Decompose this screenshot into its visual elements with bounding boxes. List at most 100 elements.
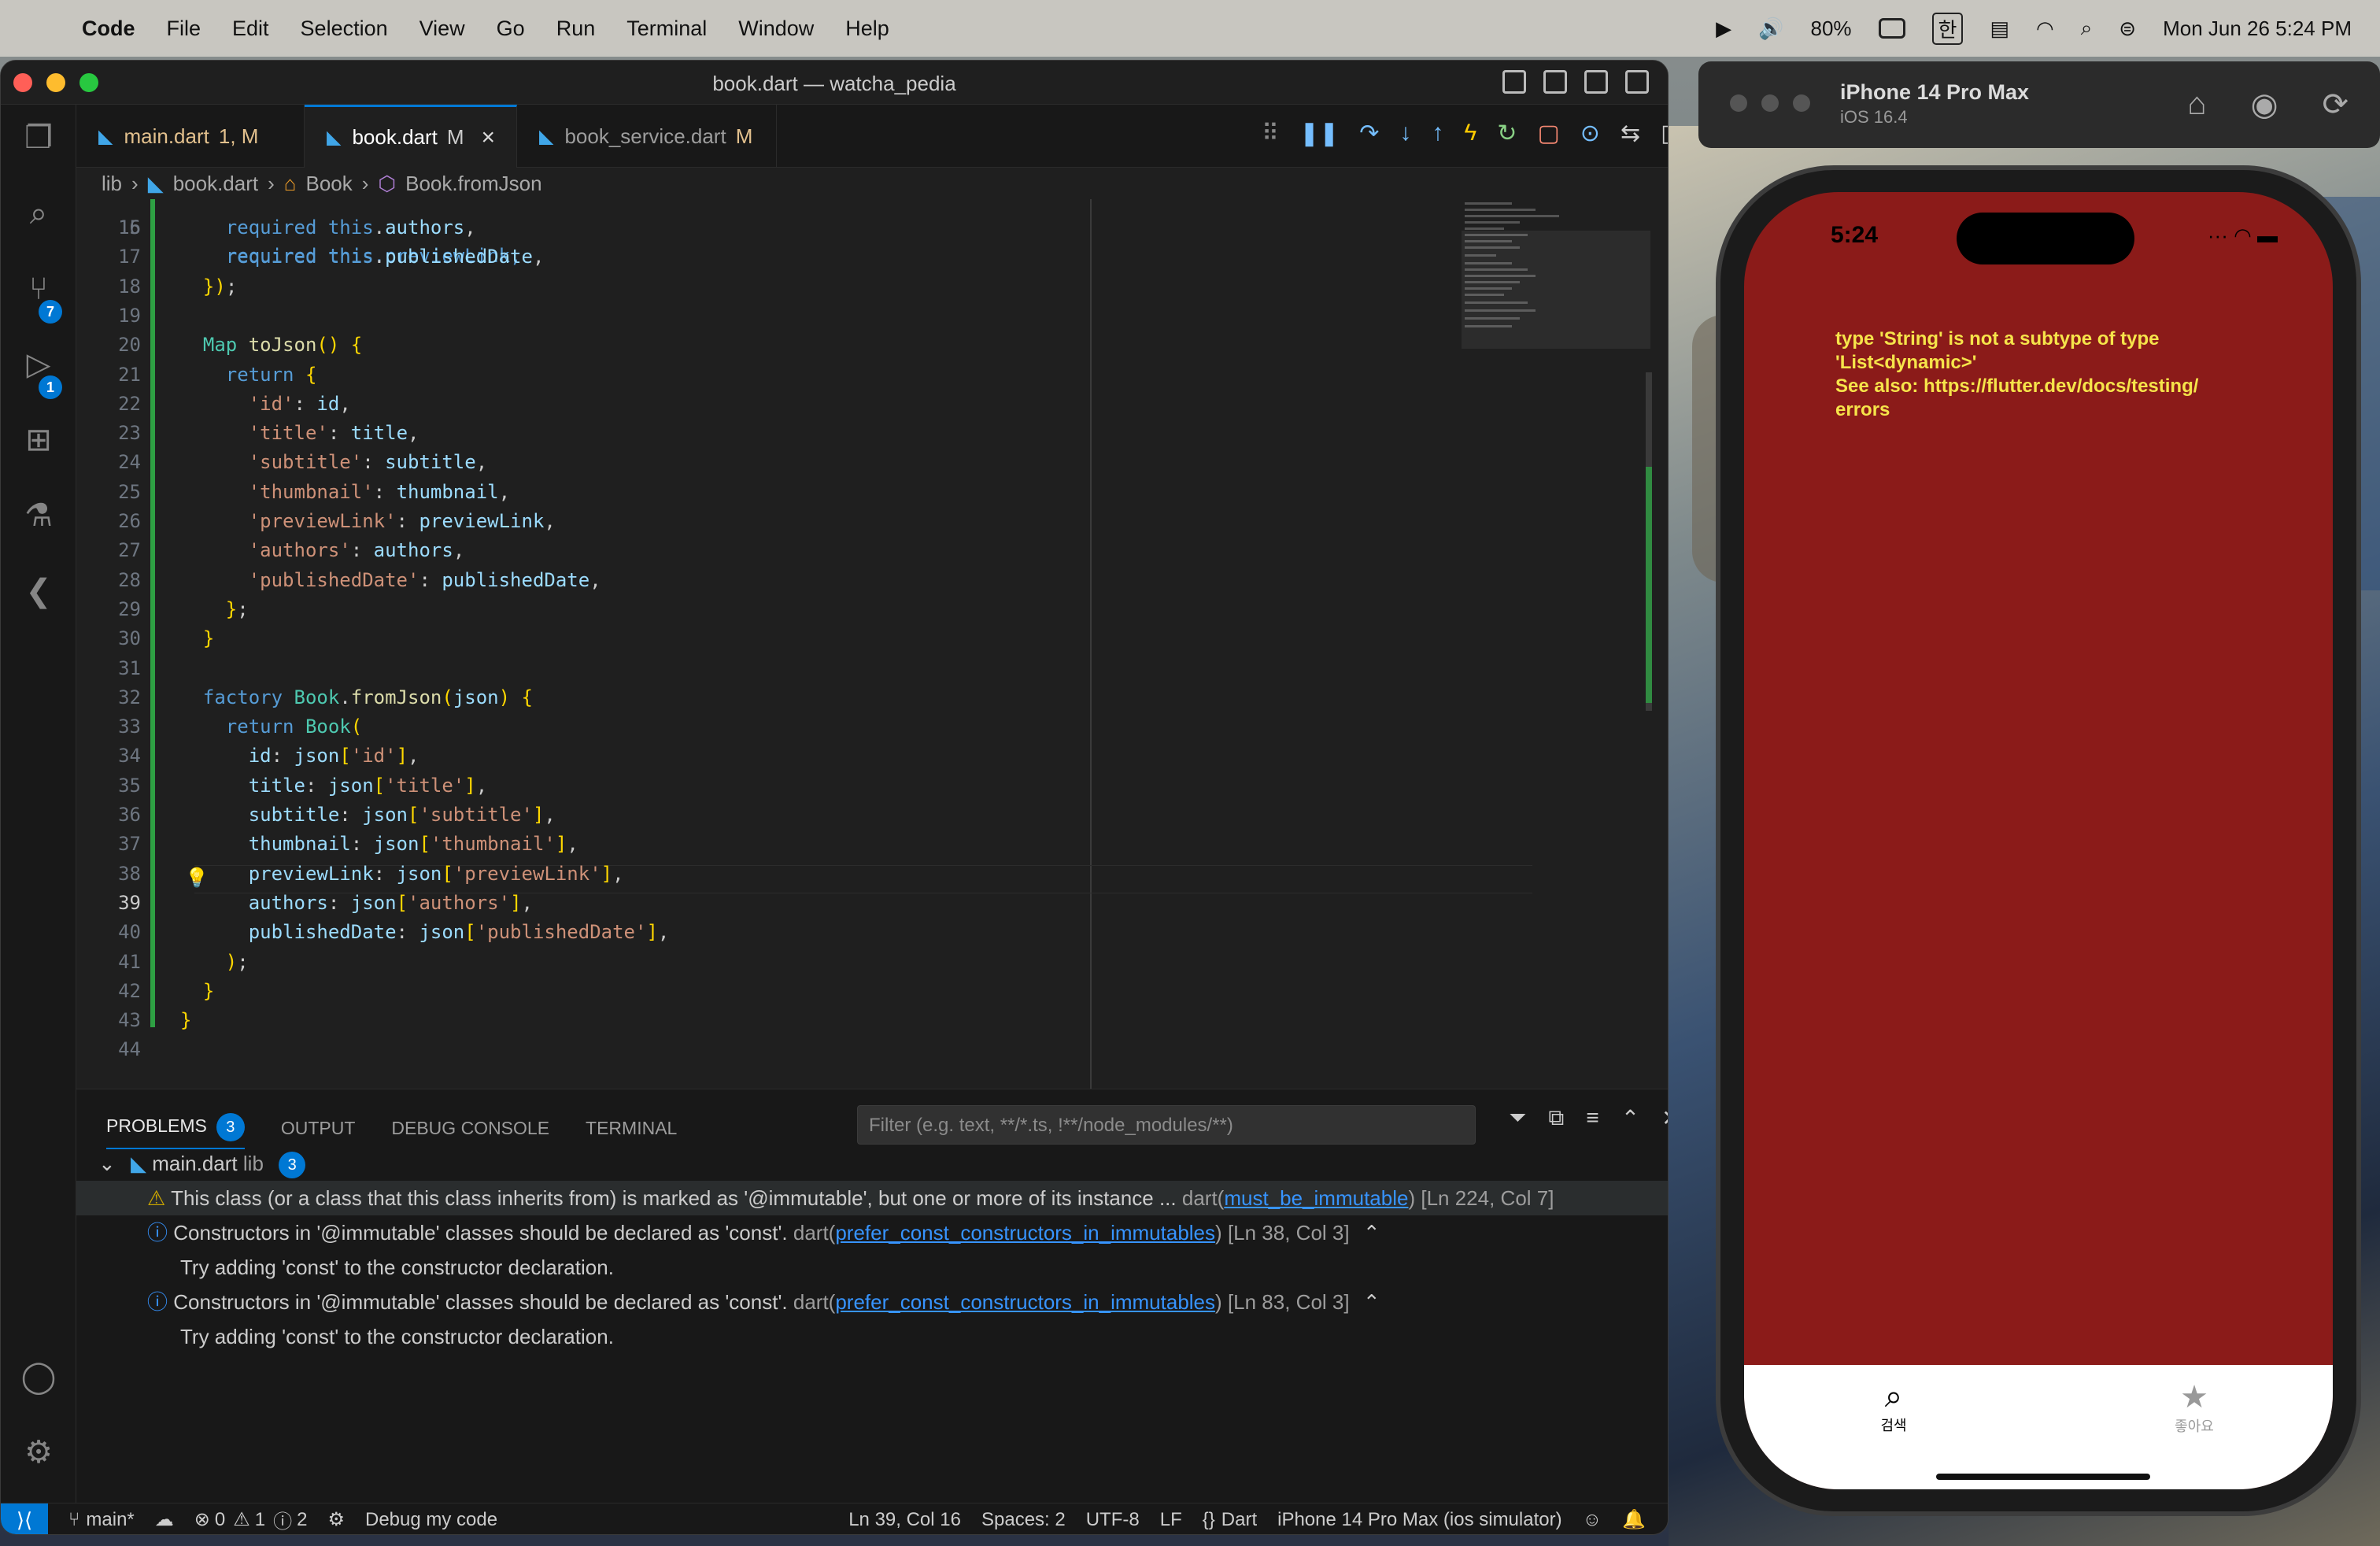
menu-file[interactable]: File <box>167 17 201 41</box>
close-panel-icon[interactable]: ✕ <box>1661 1105 1668 1131</box>
problem-item[interactable]: ⓘ Constructors in '@immutable' classes s… <box>76 1215 1668 1250</box>
toggle-panel-icon[interactable] <box>1543 70 1567 94</box>
problem-code-link[interactable]: prefer_const_constructors_in_immutables <box>835 1221 1215 1245</box>
error-icon[interactable]: ⊗ <box>194 1508 210 1531</box>
tab-output[interactable]: OUTPUT <box>281 1113 356 1149</box>
warning-icon[interactable]: ⚠ <box>233 1508 250 1531</box>
cursor-position[interactable]: Ln 39, Col 16 <box>848 1509 961 1531</box>
indentation[interactable]: Spaces: 2 <box>981 1509 1066 1531</box>
collapse-all-icon[interactable]: ⧉ <box>1548 1105 1564 1131</box>
spotlight-icon[interactable]: ⌕ <box>2081 16 2093 41</box>
extensions-icon[interactable]: ⊞ <box>18 420 59 460</box>
iphone-screen[interactable]: 5:24 ··· ◠ ▬ type 'String' is not a subt… <box>1744 192 2333 1489</box>
toggle-secondary-sidebar-icon[interactable] <box>1584 70 1608 94</box>
hot-reload-icon[interactable]: ϟ <box>1464 120 1476 146</box>
tab-main-dart[interactable]: ◣ main.dart 1, M <box>76 105 305 168</box>
restart-icon[interactable]: ↻ <box>1497 120 1517 147</box>
menu-selection[interactable]: Selection <box>301 17 388 41</box>
language-mode[interactable]: Dart <box>1221 1509 1257 1531</box>
view-as-tree-icon[interactable]: ≡ <box>1586 1105 1598 1131</box>
error-count[interactable]: 0 <box>215 1509 225 1531</box>
stop-icon[interactable]: ▢ <box>1537 120 1559 147</box>
customize-layout-icon[interactable] <box>1625 70 1649 94</box>
breadcrumb-method[interactable]: Book.fromJson <box>405 172 541 196</box>
home-icon[interactable]: ⌂ <box>2187 87 2206 123</box>
group-folder: lib <box>242 1152 264 1175</box>
encoding[interactable]: UTF-8 <box>1086 1509 1140 1531</box>
tab-book-service-dart[interactable]: ◣ book_service.dart M <box>517 105 777 168</box>
screenshot-camera-icon[interactable]: ◉ <box>2251 87 2278 123</box>
debug-config[interactable]: Debug my code <box>365 1509 497 1531</box>
testing-icon[interactable]: ⚗ <box>18 495 59 536</box>
remote-indicator-icon[interactable]: ⟩⟨ <box>1 1503 48 1534</box>
step-over-icon[interactable]: ↷ <box>1359 120 1379 147</box>
step-out-icon[interactable]: ↑ <box>1432 120 1443 146</box>
problem-code-link[interactable]: must_be_immutable <box>1224 1186 1408 1210</box>
compare-icon[interactable]: ⇆ <box>1621 120 1640 147</box>
breadcrumb-lib[interactable]: lib <box>102 172 122 196</box>
sync-icon[interactable]: ☁ <box>155 1508 174 1531</box>
feedback-icon[interactable]: ☺ <box>1583 1509 1602 1531</box>
menu-window[interactable]: Window <box>738 17 814 41</box>
collapse-hint-icon[interactable]: ⌃ <box>1363 1221 1380 1245</box>
inspect-widget-icon[interactable]: ⊙ <box>1580 120 1600 147</box>
filter-icon[interactable]: ⏷ <box>1509 1105 1526 1131</box>
warning-count[interactable]: 1 <box>255 1509 265 1531</box>
volume-icon[interactable]: 🔊 <box>1758 17 1783 41</box>
input-source-icon[interactable]: 한 <box>1931 12 1964 45</box>
problem-code-link[interactable]: prefer_const_constructors_in_immutables <box>835 1290 1215 1314</box>
breadcrumb-class[interactable]: Book <box>305 172 352 196</box>
nav-favorites[interactable]: ★ 좋아요 <box>2147 1379 2241 1436</box>
nav-search[interactable]: ⌕ 검색 <box>1846 1379 1941 1435</box>
drag-handle-icon[interactable]: ⠿ <box>1262 120 1279 147</box>
tab-debug-console[interactable]: DEBUG CONSOLE <box>391 1113 549 1149</box>
flutter-icon[interactable]: ❮ <box>18 571 59 612</box>
menu-edit[interactable]: Edit <box>232 17 269 41</box>
tab-terminal[interactable]: TERMINAL <box>586 1113 677 1149</box>
problem-group-main-dart[interactable]: ⌄ ◣ main.dart lib 3 <box>76 1146 1668 1181</box>
breadcrumb-file[interactable]: book.dart <box>173 172 258 196</box>
tab-problems[interactable]: PROBLEMS 3 <box>106 1113 245 1149</box>
branch-name[interactable]: main* <box>86 1509 134 1531</box>
control-center-icon[interactable]: ⊜ <box>2119 17 2136 41</box>
toggle-primary-sidebar-icon[interactable] <box>1502 70 1526 94</box>
menu-view[interactable]: View <box>419 17 465 41</box>
collapse-hint-icon[interactable]: ⌃ <box>1363 1290 1380 1314</box>
maximize-panel-icon[interactable]: ⌃ <box>1621 1105 1639 1131</box>
rotate-icon[interactable]: ⟳ <box>2322 87 2349 123</box>
code-text: 'title': title, <box>248 422 419 445</box>
code-editor[interactable]: 15 required this.previewLink, 16 require… <box>76 199 1668 1089</box>
play-icon[interactable]: ▶ <box>1716 17 1731 41</box>
problems-filter-input[interactable]: Filter (e.g. text, **/*.ts, !**/node_mod… <box>857 1105 1476 1145</box>
info-icon[interactable]: ⓘ <box>273 1506 292 1533</box>
explorer-icon[interactable]: ❐ <box>18 117 59 158</box>
menu-terminal[interactable]: Terminal <box>626 17 707 41</box>
battery-icon[interactable] <box>1878 18 1905 39</box>
problem-item[interactable]: ⓘ Constructors in '@immutable' classes s… <box>76 1285 1668 1319</box>
info-count[interactable]: 2 <box>297 1509 307 1531</box>
end-of-line[interactable]: LF <box>1160 1509 1182 1531</box>
wifi-icon[interactable]: ◠ <box>2036 17 2054 41</box>
lightbulb-icon[interactable]: 💡 <box>185 867 209 889</box>
close-tab-icon[interactable]: × <box>482 124 496 151</box>
menu-app-name[interactable]: Code <box>82 17 135 41</box>
stage-manager-icon[interactable]: ▤ <box>1990 17 2009 41</box>
search-icon[interactable]: ⌕ <box>18 193 59 234</box>
pause-icon[interactable]: ❚❚ <box>1299 120 1339 147</box>
problem-item[interactable]: ⚠ This class (or a class that this class… <box>76 1181 1668 1215</box>
minimap[interactable] <box>1462 199 1650 349</box>
device-selector[interactable]: iPhone 14 Pro Max (ios simulator) <box>1277 1509 1561 1531</box>
settings-gear-icon[interactable]: ⚙ <box>18 1432 59 1473</box>
sim-zoom-button[interactable] <box>1793 94 1810 112</box>
notifications-bell-icon[interactable]: 🔔 <box>1622 1508 1646 1531</box>
sim-close-button[interactable] <box>1730 94 1747 112</box>
step-into-icon[interactable]: ↓ <box>1399 120 1411 146</box>
menu-go[interactable]: Go <box>497 17 525 41</box>
split-editor-icon[interactable]: ◫ <box>1661 120 1668 147</box>
menu-run[interactable]: Run <box>556 17 596 41</box>
account-icon[interactable]: ◯ <box>18 1356 59 1397</box>
sim-minimize-button[interactable] <box>1761 94 1779 112</box>
menu-help[interactable]: Help <box>845 17 889 41</box>
menubar-clock[interactable]: Mon Jun 26 5:24 PM <box>2163 17 2352 41</box>
tab-book-dart[interactable]: ◣ book.dart M × <box>305 105 517 168</box>
